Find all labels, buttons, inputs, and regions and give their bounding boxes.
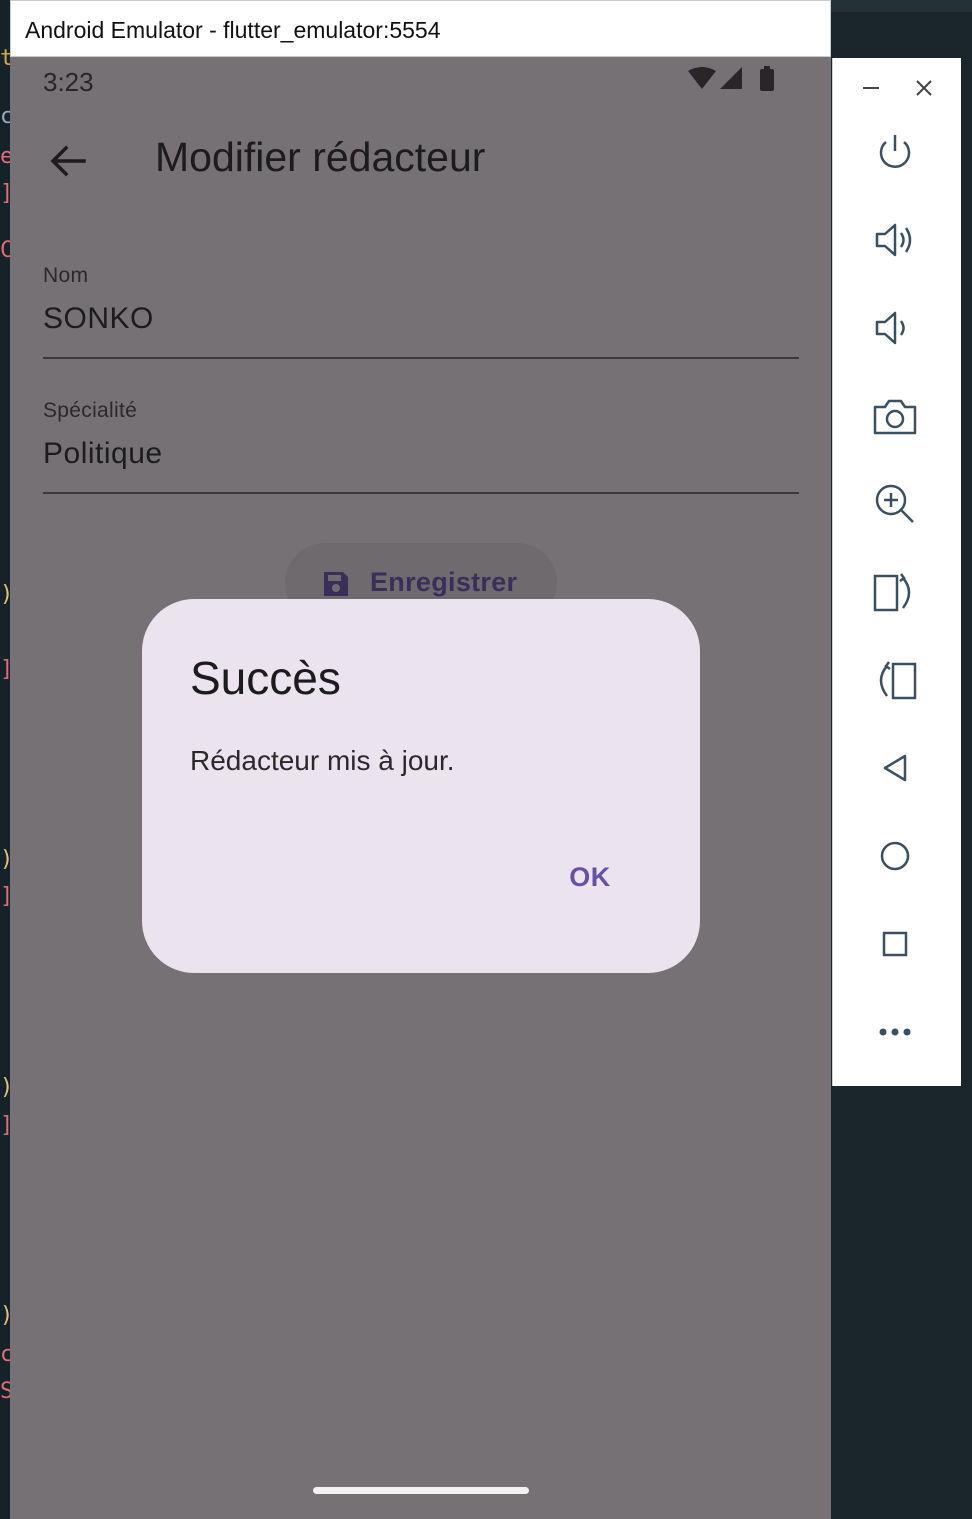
window-title: Android Emulator - flutter_emulator:5554 bbox=[25, 17, 441, 43]
home-icon[interactable] bbox=[871, 832, 919, 880]
success-dialog: Succès Rédacteur mis à jour. OK bbox=[142, 599, 700, 973]
emulator-toolbar bbox=[832, 58, 961, 1086]
gesture-home-bar[interactable] bbox=[313, 1487, 529, 1494]
overview-icon[interactable] bbox=[871, 920, 919, 968]
dialog-title: Succès bbox=[190, 652, 341, 704]
specialite-underline bbox=[43, 492, 799, 494]
nom-underline bbox=[43, 357, 799, 359]
back-icon[interactable] bbox=[871, 744, 919, 792]
emulator-window: Android Emulator - flutter_emulator:5554… bbox=[10, 0, 831, 1519]
battery-icon bbox=[760, 66, 774, 91]
rotate-right-icon[interactable] bbox=[871, 656, 919, 704]
phone-screen: 3:23 Modifier rédacteur Nom SONKO Spécia… bbox=[10, 57, 831, 1519]
specialite-field[interactable]: Spécialité Politique bbox=[43, 399, 799, 495]
page-title: Modifier rédacteur bbox=[155, 134, 486, 180]
volume-up-icon[interactable] bbox=[871, 216, 919, 264]
nom-label: Nom bbox=[43, 264, 89, 287]
camera-icon[interactable] bbox=[871, 393, 919, 441]
window-titlebar[interactable]: Android Emulator - flutter_emulator:5554 bbox=[10, 0, 831, 57]
status-icons bbox=[686, 65, 786, 95]
minimize-icon[interactable] bbox=[857, 74, 885, 102]
save-icon bbox=[321, 569, 351, 599]
nom-field[interactable]: Nom SONKO bbox=[43, 264, 799, 360]
power-icon[interactable] bbox=[871, 129, 919, 177]
signal-icon bbox=[720, 67, 742, 89]
close-icon[interactable] bbox=[910, 74, 938, 102]
more-icon[interactable] bbox=[871, 1008, 919, 1056]
nom-value[interactable]: SONKO bbox=[43, 302, 154, 336]
arrow-back-icon[interactable] bbox=[46, 139, 90, 183]
status-time: 3:23 bbox=[43, 67, 94, 97]
save-button-label: Enregistrer bbox=[370, 567, 518, 597]
specialite-value[interactable]: Politique bbox=[43, 437, 163, 471]
ok-button[interactable]: OK bbox=[554, 849, 626, 905]
specialite-label: Spécialité bbox=[43, 399, 138, 422]
background-editor-top bbox=[830, 0, 972, 12]
dialog-message: Rédacteur mis à jour. bbox=[190, 745, 455, 776]
wifi-icon bbox=[688, 67, 716, 89]
zoom-in-icon[interactable] bbox=[871, 480, 919, 528]
rotate-left-icon[interactable] bbox=[871, 568, 919, 616]
volume-down-icon[interactable] bbox=[871, 304, 919, 352]
